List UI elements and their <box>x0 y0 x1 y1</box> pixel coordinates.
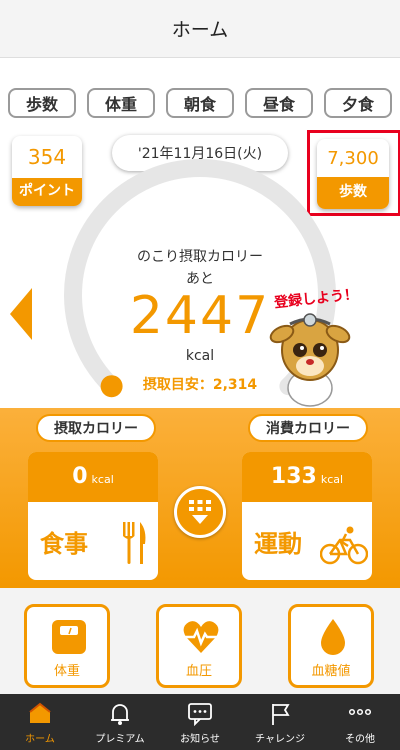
remaining-prefix: あと <box>186 271 214 287</box>
tab-lunch[interactable]: 昼食 <box>245 88 313 118</box>
category-tabs: 歩数 体重 朝食 昼食 夕食 <box>0 88 400 118</box>
tab-weight[interactable]: 体重 <box>87 88 155 118</box>
chat-icon <box>188 703 212 726</box>
intake-value: 0 <box>72 464 88 489</box>
weight-tile[interactable]: 体重 <box>24 604 110 688</box>
remaining-calorie-label: のこり摂取カロリー <box>137 249 263 265</box>
meal-body: 食事 <box>28 502 158 580</box>
intake-value-row: 0 kcal <box>28 452 158 502</box>
flag-icon <box>272 704 290 725</box>
tab-steps[interactable]: 歩数 <box>8 88 76 118</box>
exercise-panel[interactable]: 133 kcal 運動 <box>242 452 372 580</box>
exercise-body: 運動 <box>242 502 372 580</box>
nav-home[interactable]: ホーム <box>0 694 80 750</box>
exercise-label: 運動 <box>254 530 302 558</box>
tab-dinner[interactable]: 夕食 <box>324 88 392 118</box>
fork-knife-icon <box>123 522 146 564</box>
blood-sugar-tile-label: 血糖値 <box>311 664 351 679</box>
remaining-calorie-unit: kcal <box>185 348 215 364</box>
meal-label: 食事 <box>40 530 88 558</box>
scale-icon <box>52 620 86 654</box>
bicycle-icon <box>320 526 368 565</box>
remaining-calorie-value: 2447 <box>129 286 271 346</box>
intake-target: 摂取目安：2,314 <box>142 377 258 393</box>
grid-arrow-icon <box>189 500 211 524</box>
app-header: ホーム <box>0 0 400 58</box>
steps-card[interactable]: 7,300 歩数 <box>317 139 389 209</box>
intake-unit: kcal <box>91 473 114 486</box>
steps-label: 歩数 <box>317 177 389 209</box>
nav-premium[interactable]: プレミアム <box>80 694 160 750</box>
nav-more-label: その他 <box>345 734 375 745</box>
burn-unit: kcal <box>320 473 344 486</box>
intake-badge: 摂取カロリー <box>36 414 156 442</box>
points-card[interactable]: 354 ポイント <box>12 136 82 206</box>
drop-icon <box>321 619 345 655</box>
burn-badge: 消費カロリー <box>248 414 368 442</box>
bell-icon <box>111 704 129 725</box>
meal-panel[interactable]: 0 kcal 食事 <box>28 452 158 580</box>
nav-premium-label: プレミアム <box>95 734 145 745</box>
points-value: 354 <box>27 145 67 169</box>
nav-more[interactable]: その他 <box>320 694 400 750</box>
heart-pulse-icon <box>183 621 219 653</box>
steps-value: 7,300 <box>327 148 379 169</box>
nav-challenge-label: チャレンジ <box>255 734 305 745</box>
previous-day-arrow-icon[interactable] <box>10 288 32 340</box>
nav-notifications-label: お知らせ <box>180 734 220 745</box>
page-title: ホーム <box>171 19 229 41</box>
bottom-navigation: ホーム プレミアム お知らせ チャレンジ その他 <box>0 694 400 750</box>
nav-challenge[interactable]: チャレンジ <box>240 694 320 750</box>
points-label: ポイント <box>12 178 82 206</box>
blood-sugar-tile[interactable]: 血糖値 <box>288 604 374 688</box>
tab-breakfast[interactable]: 朝食 <box>166 88 234 118</box>
blood-pressure-tile[interactable]: 血圧 <box>156 604 242 688</box>
blood-pressure-tile-label: 血圧 <box>185 664 212 679</box>
gauge-progress-dot <box>100 375 123 398</box>
weight-tile-label: 体重 <box>53 664 80 679</box>
burn-value: 133 <box>270 464 317 489</box>
nav-home-label: ホーム <box>25 734 55 745</box>
calendar-grid-button[interactable] <box>174 486 226 538</box>
nav-notifications[interactable]: お知らせ <box>160 694 240 750</box>
more-icon <box>348 708 372 716</box>
burn-value-row: 133 kcal <box>242 452 372 502</box>
date-selector[interactable]: '21年11月16日(火) <box>112 135 288 171</box>
home-icon <box>29 702 51 723</box>
